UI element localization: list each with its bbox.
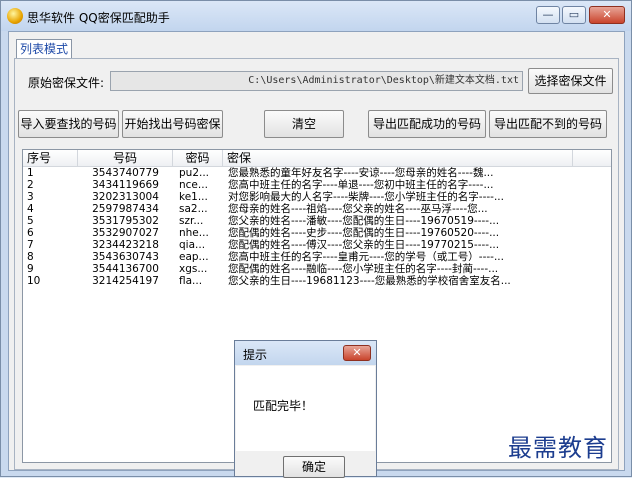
row-password: fla... (179, 275, 203, 287)
minimize-button[interactable]: — (536, 6, 560, 24)
table-row[interactable]: 6 3532907027 nhe... 您配偶的姓名----史步----您配偶的生日-… (23, 227, 611, 239)
table-row[interactable]: 3 3202313004 ke1... 对您影响最大的人名字----柴牌----您小学… (23, 191, 611, 203)
dialog-body: 匹配完毕！ (236, 366, 375, 451)
row-index: 4 (27, 203, 34, 215)
message-dialog: 提示 ✕ 匹配完毕！ 确定 (234, 340, 377, 478)
maximize-button[interactable]: ▭ (562, 6, 586, 24)
column-header-security[interactable]: 密保 (223, 150, 573, 166)
row-index: 6 (27, 227, 34, 239)
row-security: 您配偶的姓名----融临----您小学班主任的名字----封蔺----... (228, 263, 499, 275)
dialog-title: 提示 (243, 348, 268, 362)
row-security: 您配偶的姓名----傅汉----您父亲的生日----19770215----..… (228, 239, 500, 251)
export-matched-button[interactable]: 导出匹配成功的号码 (368, 110, 486, 138)
row-number: 3531795302 (92, 215, 159, 227)
row-index: 10 (27, 275, 41, 287)
row-number: 2597987434 (92, 203, 159, 215)
export-unmatched-button[interactable]: 导出匹配不到的号码 (489, 110, 607, 138)
row-number: 3434119669 (92, 179, 159, 191)
row-index: 9 (27, 263, 34, 275)
dialog-close-button[interactable]: ✕ (343, 345, 371, 361)
watermark: 最需教育 (508, 434, 608, 462)
table-row[interactable]: 7 3234423218 qia... 您配偶的姓名----傅汉----您父亲的生日-… (23, 239, 611, 251)
row-index: 5 (27, 215, 34, 227)
import-numbers-button[interactable]: 导入要查找的号码 (18, 110, 119, 138)
dialog-title-bar: 提示 ✕ (235, 341, 376, 365)
column-header-index[interactable]: 序号 (23, 150, 78, 166)
row-security: 您最熟悉的童年好友名字----安谅----您母亲的姓名----魏... (228, 167, 494, 179)
row-security: 对您影响最大的人名字----柴牌----您小学班主任的名字----... (228, 191, 504, 203)
row-security: 您父亲的姓名----潘敏----您配偶的生日----19670519----..… (228, 215, 500, 227)
table-row[interactable]: 4 2597987434 sa2... 您母亲的姓名----祖焰----您父亲的姓名-… (23, 203, 611, 215)
app-logo-icon (7, 8, 23, 24)
row-password: qia... (179, 239, 206, 251)
table-row[interactable]: 10 3214254197 fla... 您父亲的生日----19681123----… (23, 275, 611, 287)
row-number: 3214254197 (92, 275, 159, 287)
row-security: 您父亲的生日----19681123----您最熟悉的学校宿舍室友名... (228, 275, 511, 287)
row-index: 1 (27, 167, 34, 179)
table-row[interactable]: 9 3544136700 xgs... 您配偶的姓名----融临----您小学班主任的… (23, 263, 611, 275)
row-security: 您高中班主任的名字----皇甫元----您的学号（或工号）----... (228, 251, 504, 263)
row-number: 3234423218 (92, 239, 159, 251)
tab-list-mode[interactable]: 列表模式 (16, 39, 72, 59)
row-number: 3202313004 (92, 191, 159, 203)
start-find-button[interactable]: 开始找出号码密保 (122, 110, 223, 138)
table-row[interactable]: 8 3543630743 eap... 您高中班主任的名字----皇甫元----您的学… (23, 251, 611, 263)
row-number: 3532907027 (92, 227, 159, 239)
table-row[interactable]: 2 3434119669 nce... 您高中班主任的名字----单退----您初中班… (23, 179, 611, 191)
row-index: 3 (27, 191, 34, 203)
row-security: 您高中班主任的名字----单退----您初中班主任的名字----... (228, 179, 494, 191)
row-number: 3543740779 (92, 167, 159, 179)
title-bar: 思华软件 QQ密保匹配助手 — ▭ ✕ (1, 1, 631, 31)
row-index: 7 (27, 239, 34, 251)
dialog-ok-button[interactable]: 确定 (283, 456, 345, 478)
row-password: eap... (179, 251, 209, 263)
source-file-label: 原始密保文件: (28, 76, 105, 90)
choose-file-button[interactable]: 选择密保文件 (528, 68, 613, 94)
row-index: 8 (27, 251, 34, 263)
row-index: 2 (27, 179, 34, 191)
row-security: 您母亲的姓名----祖焰----您父亲的姓名----巫马浮----您... (228, 203, 488, 215)
table-row[interactable]: 5 3531795302 szr... 您父亲的姓名----潘敏----您配偶的生日-… (23, 215, 611, 227)
row-password: xgs... (179, 263, 208, 275)
list-header: 序号 号码 密码 密保 (23, 150, 611, 167)
table-row[interactable]: 1 3543740779 pu2... 您最熟悉的童年好友名字----安谅----您母… (23, 167, 611, 179)
row-security: 您配偶的姓名----史步----您配偶的生日----19760520----..… (228, 227, 500, 239)
row-number: 3543630743 (92, 251, 159, 263)
source-file-path-field[interactable]: C:\Users\Administrator\Desktop\新建文本文档.tx… (110, 71, 523, 91)
row-password: sa2... (179, 203, 208, 215)
row-number: 3544136700 (92, 263, 159, 275)
row-password: pu2... (179, 167, 210, 179)
row-password: ke1... (179, 191, 208, 203)
window-title: 思华软件 QQ密保匹配助手 (27, 11, 170, 25)
dialog-message: 匹配完毕！ (253, 399, 314, 413)
row-password: szr... (179, 215, 204, 227)
row-password: nhe... (179, 227, 209, 239)
row-password: nce... (179, 179, 208, 191)
column-header-number[interactable]: 号码 (78, 150, 173, 166)
column-header-password[interactable]: 密码 (173, 150, 223, 166)
close-button[interactable]: ✕ (589, 6, 625, 24)
clear-button[interactable]: 清空 (264, 110, 344, 138)
